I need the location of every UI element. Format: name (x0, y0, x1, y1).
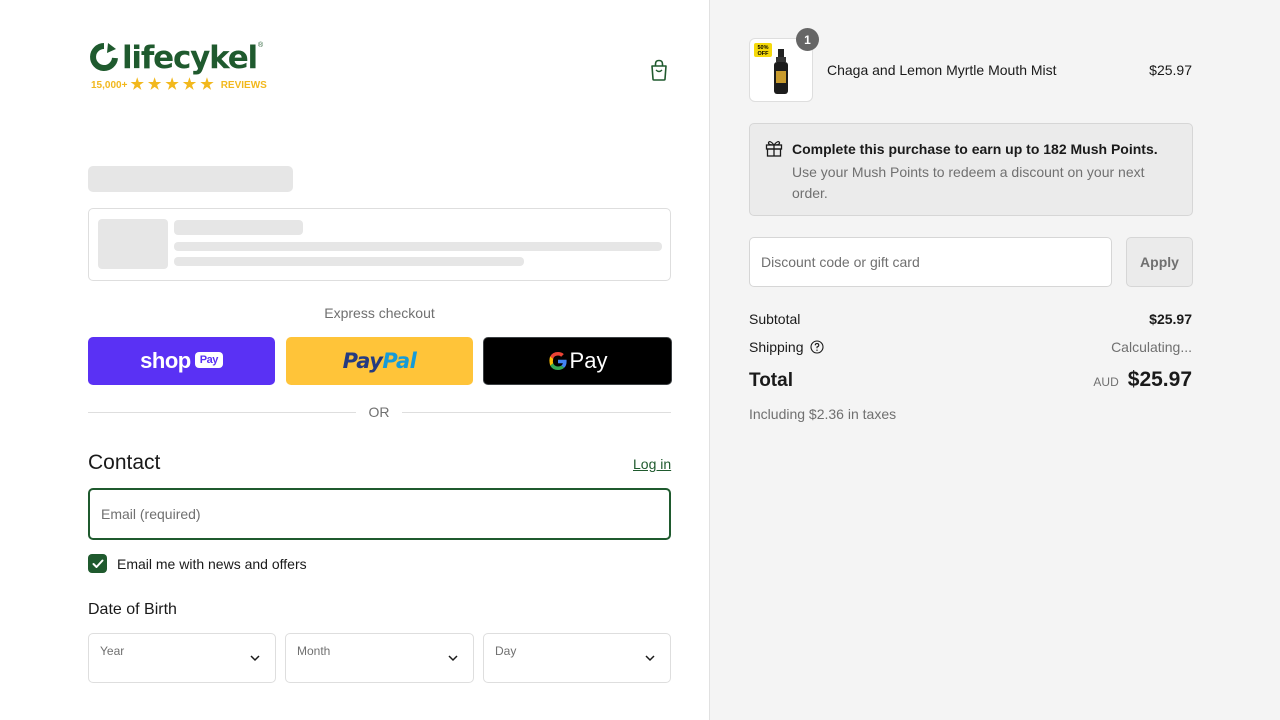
newsletter-label: Email me with news and offers (117, 555, 307, 572)
paypal-button[interactable]: PayPal (286, 337, 473, 385)
or-divider-text: OR (368, 404, 390, 420)
rating-stars-icon: ★★★★★ (130, 76, 218, 93)
email-field[interactable] (88, 488, 671, 540)
loading-skeleton-title (88, 166, 293, 192)
skeleton-line (174, 242, 662, 251)
year-select-label: Year (100, 644, 125, 658)
checkout-main: lifecykel ® 15,000+ ★★★★★ REVIEWS Expres… (0, 0, 709, 720)
shop-pay-logo: shop Pay (140, 348, 223, 374)
total-amount: $25.97 (1127, 368, 1192, 391)
subtotal-label: Subtotal (749, 311, 801, 327)
lifecykel-logo[interactable]: lifecykel ® 15,000+ ★★★★★ REVIEWS (89, 39, 279, 99)
paypal-logo: PayPal (342, 349, 417, 373)
day-select[interactable]: Day (483, 633, 671, 683)
mush-points-notice: Complete this purchase to earn up to 182… (749, 123, 1193, 216)
product-badge-text: OFF (758, 51, 770, 57)
newsletter-checkbox[interactable] (88, 554, 107, 573)
log-in-link[interactable]: Log in (633, 456, 671, 472)
logo-wordmark: lifecykel ® (89, 39, 263, 77)
google-g-icon (548, 352, 567, 370)
subtotal-value: $25.97 (1149, 311, 1192, 327)
help-circle-icon[interactable] (809, 340, 824, 354)
registered-mark: ® (257, 42, 264, 49)
quantity-badge: 1 (796, 28, 819, 51)
divider-line (402, 412, 671, 413)
loading-skeleton-card (88, 208, 671, 281)
shop-pay-button[interactable]: shop Pay (88, 337, 275, 385)
skeleton-thumbnail (98, 219, 168, 269)
shipping-label: Shipping (749, 339, 804, 355)
logo-reviews-strip: 15,000+ ★★★★★ REVIEWS (91, 76, 267, 93)
taxes-note: Including $2.36 in taxes (749, 406, 897, 422)
currency-code: AUD (1093, 375, 1119, 389)
logo-text: lifecykel (122, 40, 258, 76)
newsletter-checkbox-row[interactable]: Email me with news and offers (88, 554, 307, 573)
product-price: $25.97 (1149, 62, 1192, 78)
reviews-label: REVIEWS (220, 79, 267, 91)
chevron-down-icon (645, 655, 655, 662)
shopping-bag-icon[interactable] (648, 58, 670, 82)
month-select[interactable]: Month (285, 633, 474, 683)
year-select[interactable]: Year (88, 633, 276, 683)
contact-heading: Contact (88, 451, 161, 474)
shipping-row-label: Shipping (749, 339, 824, 355)
shipping-value: Calculating... (1111, 339, 1192, 355)
express-checkout-label: Express checkout (324, 305, 435, 321)
month-select-label: Month (297, 644, 331, 658)
chevron-down-icon (448, 655, 458, 662)
gift-icon (765, 141, 783, 157)
points-description: Use your Mush Points to redeem a discoun… (792, 164, 1145, 201)
discount-code-input[interactable] (749, 237, 1112, 287)
google-pay-logo: Pay (548, 348, 607, 374)
skeleton-line (174, 220, 303, 235)
skeleton-line (174, 257, 524, 266)
reviews-count: 15,000+ (91, 79, 128, 91)
divider-line (88, 412, 356, 413)
order-summary-panel: 50% OFF 1 Chaga and Lemon Myrtle Mouth M… (709, 0, 1280, 720)
chevron-down-icon (250, 655, 260, 662)
apply-discount-button[interactable]: Apply (1126, 237, 1193, 287)
total-label: Total (749, 370, 793, 391)
total-value: AUD $25.97 (1093, 368, 1192, 392)
checkmark-icon (92, 559, 103, 568)
date-of-birth-heading: Date of Birth (88, 601, 177, 618)
recycle-logo-icon (90, 43, 118, 71)
google-pay-button[interactable]: Pay (483, 337, 672, 385)
points-title: Complete this purchase to earn up to 182… (792, 141, 1158, 157)
product-name: Chaga and Lemon Myrtle Mouth Mist (827, 62, 1057, 78)
day-select-label: Day (495, 644, 517, 658)
